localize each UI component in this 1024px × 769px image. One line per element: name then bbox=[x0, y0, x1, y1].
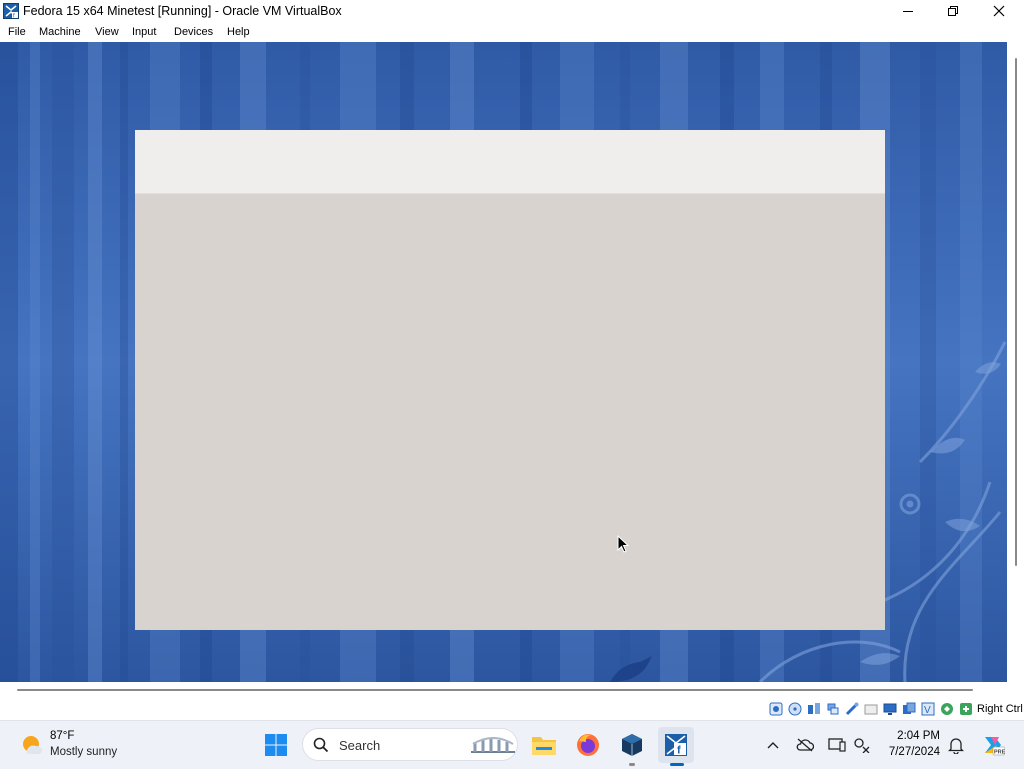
virtualbox-icon bbox=[622, 734, 642, 756]
vertical-scrollbar-thumb[interactable] bbox=[1015, 58, 1017, 566]
monitor-icon bbox=[828, 738, 846, 752]
mouse-integration-icon[interactable] bbox=[940, 702, 954, 716]
close-button[interactable] bbox=[976, 0, 1022, 22]
virtualbox-app-icon: f bbox=[3, 3, 19, 19]
display-icon[interactable] bbox=[883, 702, 897, 716]
network-icon[interactable] bbox=[826, 702, 840, 716]
network-tray[interactable] bbox=[853, 736, 871, 754]
sunny-weather-icon[interactable] bbox=[19, 732, 45, 758]
mouse-cursor-icon bbox=[617, 535, 629, 553]
hard-disk-icon[interactable] bbox=[769, 702, 783, 716]
search-highlight-icon bbox=[471, 737, 515, 753]
guest-app-window[interactable] bbox=[135, 130, 885, 630]
menu-file[interactable]: File bbox=[8, 26, 26, 38]
menu-view[interactable]: View bbox=[95, 26, 119, 38]
chevron-up-icon bbox=[767, 742, 779, 749]
menu-machine[interactable]: Machine bbox=[39, 26, 81, 38]
taskbar: 87°F Mostly sunny Search f 2:04 PM 7/27/… bbox=[0, 720, 1024, 769]
firefox-icon bbox=[577, 734, 599, 756]
bell-icon bbox=[948, 738, 964, 754]
taskbar-search-box[interactable]: Search bbox=[302, 728, 518, 761]
minimize-icon bbox=[903, 11, 913, 12]
optical-drive-icon[interactable] bbox=[788, 702, 802, 716]
cloud-offline-icon bbox=[796, 738, 814, 752]
menu-bar: File Machine View Input Devices Help bbox=[0, 22, 1024, 42]
host-key-label: Right Ctrl bbox=[977, 703, 1023, 715]
weather-description[interactable]: Mostly sunny bbox=[50, 746, 117, 758]
fedora-vm-button[interactable]: f bbox=[658, 727, 694, 763]
vertical-scrollbar[interactable] bbox=[1007, 42, 1024, 682]
start-icon bbox=[265, 734, 287, 756]
window-title: Fedora 15 x64 Minetest [Running] - Oracl… bbox=[23, 4, 342, 18]
menu-devices[interactable]: Devices bbox=[174, 26, 213, 38]
keyboard-icon[interactable] bbox=[959, 702, 973, 716]
svg-text:PRE: PRE bbox=[994, 750, 1005, 756]
svg-text:f: f bbox=[677, 745, 681, 757]
audio-icon[interactable] bbox=[807, 702, 821, 716]
search-placeholder: Search bbox=[339, 738, 381, 753]
vm-status-bar: V Right Ctrl bbox=[0, 698, 1024, 720]
running-indicator bbox=[629, 763, 635, 766]
virtualbox-button[interactable] bbox=[614, 727, 650, 763]
file-explorer-icon bbox=[532, 737, 556, 755]
menu-help[interactable]: Help bbox=[227, 26, 250, 38]
active-app-indicator bbox=[670, 763, 684, 766]
clock-date[interactable]: 7/27/2024 bbox=[884, 746, 940, 758]
virtualization-icon[interactable]: V bbox=[921, 702, 935, 716]
search-icon bbox=[313, 737, 329, 753]
restore-button[interactable] bbox=[930, 0, 976, 22]
file-explorer-button[interactable] bbox=[526, 727, 562, 763]
copilot-button[interactable]: PRE bbox=[981, 733, 1005, 757]
guest-window-header bbox=[135, 130, 885, 194]
display-settings-tray[interactable] bbox=[828, 736, 846, 754]
firefox-button[interactable] bbox=[570, 727, 606, 763]
network-disconnected-icon bbox=[854, 738, 870, 753]
title-bar: f Fedora 15 x64 Minetest [Running] - Ora… bbox=[0, 0, 1024, 22]
weather-temperature[interactable]: 87°F bbox=[50, 730, 74, 742]
horizontal-scrollbar-thumb[interactable] bbox=[17, 689, 973, 691]
start-button[interactable] bbox=[258, 727, 294, 763]
fedora-vm-icon: f bbox=[665, 734, 687, 757]
menu-input[interactable]: Input bbox=[132, 26, 156, 38]
shared-folders-icon[interactable] bbox=[864, 702, 878, 716]
restore-icon bbox=[948, 6, 958, 16]
close-icon bbox=[993, 5, 1005, 17]
minimize-button[interactable] bbox=[885, 0, 931, 22]
recording-icon[interactable] bbox=[902, 702, 916, 716]
clock-time[interactable]: 2:04 PM bbox=[890, 730, 940, 742]
svg-text:V: V bbox=[924, 705, 931, 716]
usb-icon[interactable] bbox=[845, 702, 859, 716]
copilot-icon: PRE bbox=[985, 737, 1005, 756]
onedrive-status[interactable] bbox=[796, 736, 814, 754]
notifications-button[interactable] bbox=[947, 736, 965, 754]
horizontal-scrollbar[interactable] bbox=[0, 682, 1024, 698]
show-hidden-icons-button[interactable] bbox=[764, 736, 782, 754]
vm-display[interactable] bbox=[0, 42, 1007, 682]
